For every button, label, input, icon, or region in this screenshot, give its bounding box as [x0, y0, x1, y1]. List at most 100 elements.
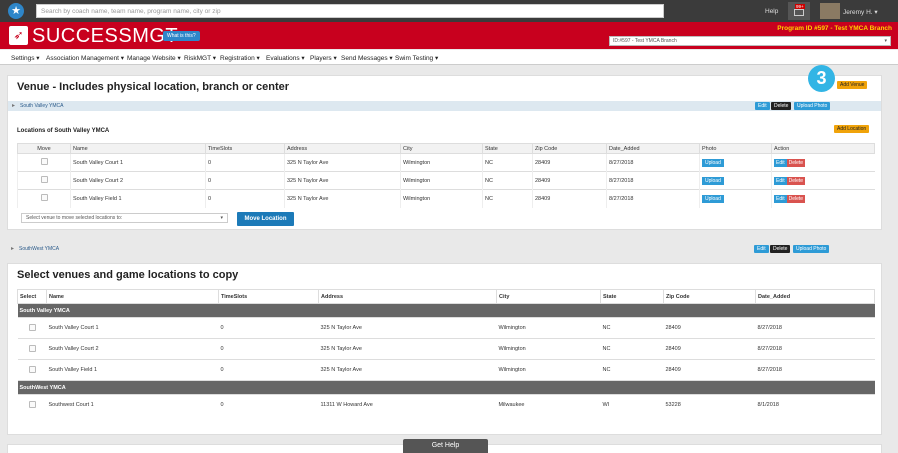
cell-zip: 28409 — [663, 359, 756, 381]
col-city: City — [496, 289, 601, 304]
cell-zip: 28409 — [532, 189, 607, 208]
cell-address: 325 N Taylor Ave — [318, 317, 497, 339]
edit-venue-button[interactable]: Edit — [754, 245, 769, 253]
cell-name: South Valley Field 1 — [46, 359, 219, 381]
star-logo-icon[interactable]: ★ — [8, 3, 24, 19]
cell-name: Southwest Court 1 — [46, 394, 219, 416]
delete-location-button[interactable]: Delete — [786, 176, 806, 185]
cell-address: 325 N Taylor Ave — [318, 338, 497, 360]
cell-name: South Valley Court 2 — [46, 338, 219, 360]
get-help-button[interactable]: Get Help — [403, 439, 488, 453]
move-checkbox[interactable] — [40, 158, 48, 165]
nav-swim-testing[interactable]: Swim Testing ▾ — [395, 54, 438, 62]
edit-venue-button[interactable]: Edit — [755, 102, 770, 110]
delete-venue-button[interactable]: Delete — [771, 102, 792, 110]
edit-location-button[interactable]: Edit — [774, 194, 787, 203]
cell-name: South Valley Court 1 — [70, 153, 206, 172]
help-link[interactable]: Help — [765, 8, 778, 15]
program-id-label: Program ID #597 - Test YMCA Branch — [777, 25, 892, 32]
upload-button[interactable]: Upload — [702, 194, 724, 203]
cell-date: 8/27/2018 — [755, 338, 875, 360]
delete-location-button[interactable]: Delete — [786, 158, 806, 167]
cell-address: 11311 W Howard Ave — [318, 394, 497, 416]
table-row: South Valley Court 2 0 325 N Taylor Ave … — [17, 338, 875, 360]
cell-date: 8/27/2018 — [755, 359, 875, 381]
main-nav: Settings ▾ Association Management ▾ Mana… — [0, 50, 898, 65]
nav-manage-website[interactable]: Manage Website ▾ — [127, 54, 181, 62]
cell-timeslots: 0 — [205, 153, 285, 172]
select-checkbox[interactable] — [28, 400, 36, 408]
cell-name: South Valley Court 1 — [46, 317, 219, 339]
what-is-this-button[interactable]: What is this? — [163, 31, 200, 41]
select-checkbox[interactable] — [28, 323, 36, 331]
cell-name: South Valley Court 2 — [70, 171, 206, 190]
table-row: South Valley Field 1 0 325 N Taylor Ave … — [17, 359, 875, 381]
nav-riskmgt[interactable]: RiskMGT ▾ — [184, 54, 216, 62]
cell-timeslots: 0 — [205, 171, 285, 190]
cell-timeslots: 0 — [218, 359, 319, 381]
col-move: Move — [17, 143, 71, 154]
col-timeslots: TimeSlots — [218, 289, 319, 304]
nav-settings[interactable]: Settings ▾ — [11, 54, 40, 62]
add-venue-button[interactable]: Add Venue — [837, 81, 868, 89]
upload-photo-button[interactable]: Upload Photo — [794, 102, 831, 110]
nav-association-management[interactable]: Association Management ▾ — [46, 54, 124, 62]
venue-row-southwest[interactable]: ▸ SouthWest YMCA Edit Delete Upload Phot… — [7, 243, 882, 254]
select-checkbox[interactable] — [28, 344, 36, 352]
upload-photo-button[interactable]: Upload Photo — [793, 245, 830, 253]
user-menu[interactable]: Jeremy H. ▾ — [843, 8, 878, 16]
delete-location-button[interactable]: Delete — [786, 194, 806, 203]
edit-location-button[interactable]: Edit — [774, 158, 787, 167]
table-row: South Valley Court 2 0 325 N Taylor Ave … — [17, 171, 875, 190]
cell-address: 325 N Taylor Ave — [318, 359, 497, 381]
avatar[interactable] — [820, 3, 840, 19]
col-name: Name — [46, 289, 219, 304]
nav-registration[interactable]: Registration ▾ — [220, 54, 260, 62]
col-select: Select — [17, 289, 47, 304]
venue-panel-title: Venue - Includes physical location, bran… — [17, 81, 290, 93]
col-state: State — [482, 143, 533, 154]
table-row: Southwest Court 1 0 11311 W Howard Ave M… — [17, 394, 875, 416]
cell-city: Wilmington — [400, 171, 483, 190]
cell-date: 8/27/2018 — [606, 171, 700, 190]
move-checkbox[interactable] — [40, 194, 48, 202]
venue-row-south-valley[interactable]: ▸ South Valley YMCA Edit Delete Upload P… — [8, 101, 881, 111]
program-select[interactable]: ID:#597 - Test YMCA Branch ▾ — [609, 36, 891, 46]
program-select-value: ID:#597 - Test YMCA Branch — [613, 38, 677, 44]
cell-date: 8/27/2018 — [606, 153, 700, 172]
nav-evaluations[interactable]: Evaluations ▾ — [266, 54, 305, 62]
venue-panel: Venue - Includes physical location, bran… — [7, 75, 882, 230]
move-location-button[interactable]: Move Location — [237, 212, 294, 226]
upload-button[interactable]: Upload — [702, 158, 724, 167]
cell-zip: 28409 — [663, 338, 756, 360]
search-input[interactable]: Search by coach name, team name, program… — [36, 4, 664, 18]
cell-state: NC — [482, 189, 533, 208]
expand-icon[interactable]: ▸ — [11, 245, 14, 252]
upload-button[interactable]: Upload — [702, 176, 724, 185]
cell-date: 8/1/2018 — [755, 394, 875, 416]
add-location-button[interactable]: Add Location — [834, 125, 870, 133]
select-checkbox[interactable] — [28, 365, 36, 373]
messages-button[interactable]: 99+ — [788, 2, 810, 20]
nav-players[interactable]: Players ▾ — [310, 54, 337, 62]
col-timeslots: TimeSlots — [205, 143, 285, 154]
cell-zip: 53228 — [663, 394, 756, 416]
delete-venue-button[interactable]: Delete — [770, 245, 791, 253]
cell-timeslots: 0 — [218, 317, 319, 339]
venue-name[interactable]: SouthWest YMCA — [19, 246, 59, 252]
brand-logo-text: SUCCESSMGT — [32, 25, 179, 47]
col-zip: Zip Code — [663, 289, 756, 304]
collapse-icon[interactable]: ▸ — [12, 102, 15, 109]
edit-location-button[interactable]: Edit — [774, 176, 787, 185]
col-address: Address — [284, 143, 401, 154]
brand-bar: ➶ SUCCESSMGT What is this? Program ID #5… — [0, 22, 898, 49]
cell-state: NC — [482, 171, 533, 190]
table-row: South Valley Court 1 0 325 N Taylor Ave … — [17, 317, 875, 339]
cell-city: Wilmington — [400, 153, 483, 172]
move-checkbox[interactable] — [40, 176, 48, 183]
venue-name[interactable]: South Valley YMCA — [20, 103, 63, 109]
nav-send-messages[interactable]: Send Messages ▾ — [341, 54, 393, 62]
move-venue-select[interactable]: Select venue to move selected locations … — [21, 213, 228, 223]
group-label: SouthWest YMCA — [17, 380, 875, 395]
cell-zip: 28409 — [532, 171, 607, 190]
